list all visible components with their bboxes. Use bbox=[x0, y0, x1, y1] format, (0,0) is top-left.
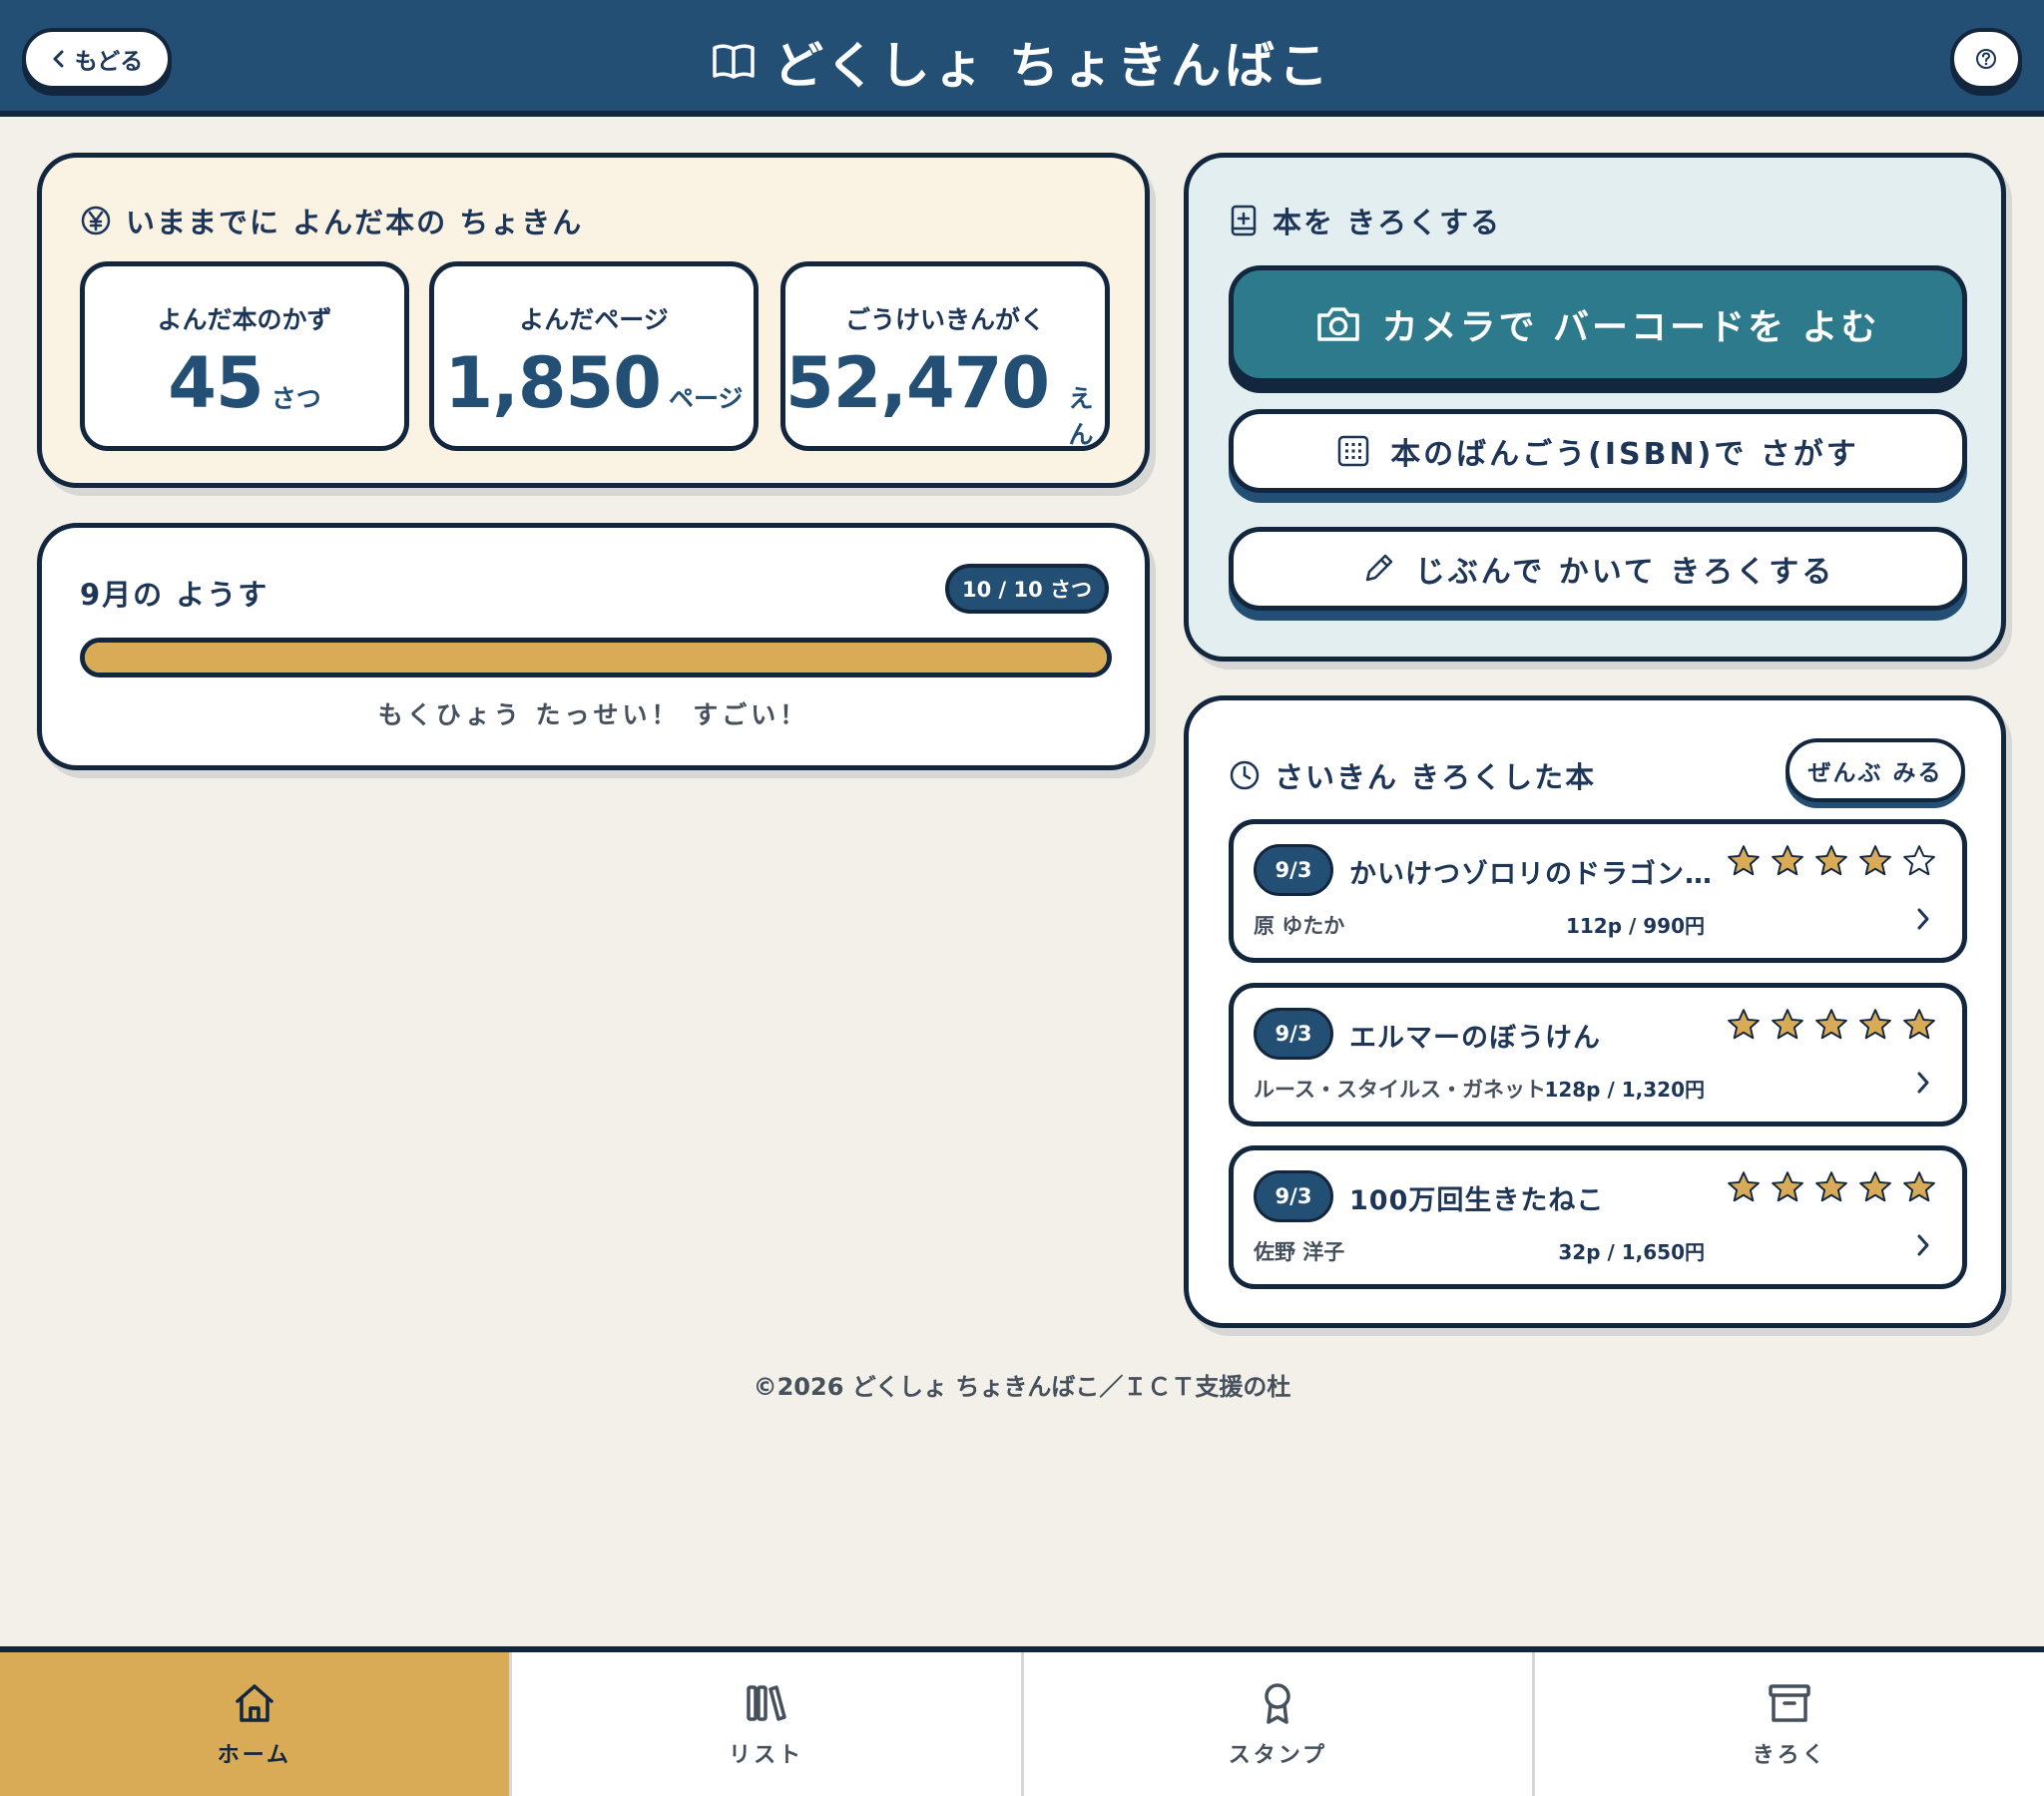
savings-title-text: いままでに よんだ本の ちょきん bbox=[126, 206, 584, 239]
stat-value: 52,470 bbox=[785, 342, 1050, 424]
date-badge: 9/3 bbox=[1254, 1170, 1333, 1222]
star-filled-icon bbox=[1772, 845, 1803, 876]
nav-label: リスト bbox=[729, 1743, 804, 1768]
star-filled-icon bbox=[1815, 1009, 1847, 1040]
nav-label: ホーム bbox=[217, 1743, 292, 1768]
book-meta: 112p / 990円 bbox=[1565, 914, 1705, 938]
book-card[interactable]: 9/3 100万回生きたねこ 佐野 洋子 32p / 1,650円 bbox=[1229, 1145, 1967, 1289]
book-open-icon bbox=[713, 44, 755, 79]
archive-icon bbox=[1769, 1684, 1810, 1722]
star-filled-icon bbox=[1815, 1171, 1847, 1202]
star-filled-icon bbox=[1815, 845, 1847, 876]
stat-books-count: よんだ本のかず 45 さつ bbox=[80, 261, 409, 451]
book-author: 原 ゆたか bbox=[1254, 914, 1345, 938]
camera-icon bbox=[1317, 307, 1360, 341]
book-card[interactable]: 9/3 エルマーのぼうけん ルース・スタイルス・ガネット 128p / 1,32… bbox=[1229, 983, 1967, 1126]
book-author: 佐野 洋子 bbox=[1254, 1240, 1345, 1264]
stat-total-amount: ごうけいきんがく 52,470 えん bbox=[780, 261, 1110, 451]
nav-label: きろく bbox=[1752, 1743, 1827, 1768]
rating-stars bbox=[1727, 1008, 1936, 1042]
rating-stars bbox=[1727, 844, 1936, 878]
isbn-search-label: 本のばんごう(ISBN)で さがす bbox=[1390, 437, 1859, 472]
nav-records[interactable]: きろく bbox=[1532, 1652, 2044, 1796]
monthly-progress-bar bbox=[80, 638, 1112, 677]
star-filled-icon bbox=[1903, 1009, 1935, 1040]
pencil-icon bbox=[1365, 554, 1392, 582]
award-icon bbox=[1265, 1683, 1291, 1724]
nav-home[interactable]: ホーム bbox=[0, 1652, 509, 1796]
register-title: 本を きろくする bbox=[1229, 200, 1501, 241]
book-meta: 128p / 1,320円 bbox=[1544, 1078, 1705, 1102]
monthly-card: 9月の ようす 10 / 10 さつ もくひょう たっせい！ すごい！ bbox=[37, 523, 1150, 770]
rating-stars bbox=[1727, 1170, 1936, 1204]
app-title-text: どくしょ ちょきんばこ bbox=[773, 37, 1332, 95]
chevron-right-icon bbox=[1917, 1072, 1929, 1094]
stat-label: よんだページ bbox=[519, 305, 669, 334]
recent-title-text: さいきん きろくした本 bbox=[1275, 760, 1597, 794]
monthly-title: 9月の ようす bbox=[80, 578, 269, 612]
manual-entry-label: じぶんで かいて きろくする bbox=[1414, 555, 1835, 590]
books-icon bbox=[746, 1685, 786, 1721]
help-icon bbox=[1976, 49, 1996, 69]
nav-label: スタンプ bbox=[1228, 1743, 1328, 1768]
book-title: エルマーのぼうけん bbox=[1349, 1023, 1601, 1054]
nav-stamp[interactable]: スタンプ bbox=[1020, 1652, 1533, 1796]
register-card: 本を きろくする カメラで バーコードを よむ 本のばんごう(ISBN)で さが… bbox=[1184, 153, 2006, 662]
star-filled-icon bbox=[1728, 1009, 1760, 1040]
stat-value: 1,850 bbox=[444, 342, 662, 424]
book-card[interactable]: 9/3 かいけつゾロリのドラゴンたいじ 原 ゆたか 112p / 990円 bbox=[1229, 819, 1967, 963]
star-filled-icon bbox=[1859, 845, 1891, 876]
book-title: かいけつゾロリのドラゴンたいじ bbox=[1349, 859, 1719, 890]
home-icon bbox=[236, 1684, 273, 1722]
book-title: 100万回生きたねこ bbox=[1349, 1185, 1605, 1216]
recent-books-card: さいきん きろくした本 ぜんぶ みる 9/3 かいけつゾロリのドラゴンたいじ 原… bbox=[1184, 695, 2006, 1328]
star-filled-icon bbox=[1728, 1171, 1760, 1202]
chevron-right-icon bbox=[1917, 1234, 1929, 1256]
register-title-text: 本を きろくする bbox=[1273, 206, 1502, 239]
savings-card: いままでに よんだ本の ちょきん よんだ本のかず 45 さつ よんだページ 1,… bbox=[37, 153, 1150, 488]
isbn-search-button[interactable]: 本のばんごう(ISBN)で さがす bbox=[1229, 409, 1967, 493]
manual-entry-button[interactable]: じぶんで かいて きろくする bbox=[1229, 527, 1967, 611]
star-empty-icon bbox=[1903, 845, 1935, 876]
star-filled-icon bbox=[1859, 1009, 1891, 1040]
book-author: ルース・スタイルス・ガネット bbox=[1254, 1078, 1546, 1102]
progress-message: もくひょう たっせい！ すごい！ bbox=[377, 700, 809, 729]
stat-unit: さつ bbox=[270, 384, 321, 413]
star-filled-icon bbox=[1772, 1171, 1803, 1202]
keypad-icon bbox=[1337, 435, 1369, 467]
star-filled-icon bbox=[1903, 1171, 1935, 1202]
star-filled-icon bbox=[1772, 1009, 1803, 1040]
stat-value: 45 bbox=[168, 342, 263, 424]
progress-fill bbox=[85, 643, 1107, 673]
help-button[interactable] bbox=[1950, 28, 2022, 90]
star-filled-icon bbox=[1728, 845, 1760, 876]
clock-icon bbox=[1230, 760, 1260, 790]
book-meta: 32p / 1,650円 bbox=[1558, 1240, 1705, 1264]
app-header: もどる どくしょ ちょきんばこ bbox=[0, 0, 2044, 117]
stat-value-wrap: 1,850 ページ bbox=[434, 342, 754, 424]
stat-pages: よんだページ 1,850 ページ bbox=[429, 261, 759, 451]
date-badge: 9/3 bbox=[1254, 1008, 1333, 1060]
see-all-button[interactable]: ぜんぶ みる bbox=[1786, 738, 1965, 802]
scan-barcode-button[interactable]: カメラで バーコードを よむ bbox=[1229, 265, 1967, 383]
bottom-nav: ホーム リスト スタンプ きろく bbox=[0, 1646, 2044, 1796]
footer-copyright: ©2026 どくしょ ちょきんばこ／ＩＣＴ支援の杜 bbox=[753, 1373, 1291, 1401]
stat-value-wrap: 45 さつ bbox=[85, 342, 404, 424]
nav-list[interactable]: リスト bbox=[508, 1652, 1021, 1796]
stat-label: よんだ本のかず bbox=[157, 305, 332, 334]
scan-barcode-label: カメラで バーコードを よむ bbox=[1381, 307, 1880, 348]
monthly-count-badge: 10 / 10 さつ bbox=[945, 564, 1109, 614]
chevron-right-icon bbox=[1917, 908, 1929, 930]
stat-value-wrap: 52,470 えん bbox=[785, 342, 1105, 451]
recent-title: さいきん きろくした本 bbox=[1229, 754, 1596, 796]
savings-title: いままでに よんだ本の ちょきん bbox=[80, 200, 583, 241]
star-filled-icon bbox=[1859, 1171, 1891, 1202]
book-add-icon bbox=[1231, 205, 1257, 236]
date-badge: 9/3 bbox=[1254, 844, 1333, 896]
app-title: どくしょ ちょきんばこ bbox=[0, 26, 2044, 98]
stat-label: ごうけいきんがく bbox=[844, 305, 1045, 334]
stat-unit: ページ bbox=[668, 384, 744, 413]
stat-unit: えん bbox=[1068, 384, 1094, 449]
yen-icon bbox=[81, 206, 111, 235]
